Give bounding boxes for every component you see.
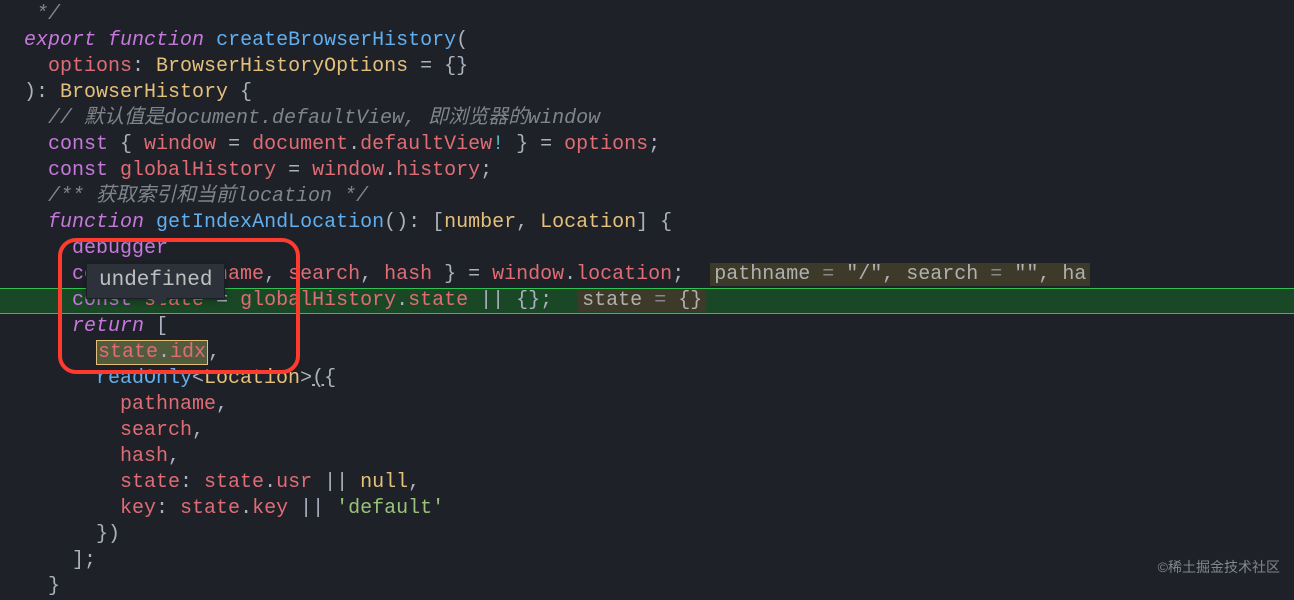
code-line: key: state.key || 'default' <box>0 496 1294 522</box>
code-line: ]; <box>0 548 1294 574</box>
hover-target[interactable]: state.idx <box>96 340 208 365</box>
code-line: const { window = document.defaultView! }… <box>0 132 1294 158</box>
code-line: } <box>0 574 1294 600</box>
code-line: function getIndexAndLocation(): [number,… <box>0 210 1294 236</box>
code-line: search, <box>0 418 1294 444</box>
code-line: */ <box>0 2 1294 28</box>
code-line: options: BrowserHistoryOptions = {} <box>0 54 1294 80</box>
code-line: // 默认值是document.defaultView, 即浏览器的window <box>0 106 1294 132</box>
code-line: state: state.usr || null, <box>0 470 1294 496</box>
hover-tooltip: undefined <box>86 263 225 299</box>
code-line: debugger <box>0 236 1294 262</box>
code-line: state.idx, <box>0 340 1294 366</box>
code-line: export function createBrowserHistory( <box>0 28 1294 54</box>
code-editor[interactable]: */ export function createBrowserHistory(… <box>0 0 1294 600</box>
code-line: ): BrowserHistory { <box>0 80 1294 106</box>
debug-inline-hint: pathname = "/", search = "", ha <box>710 263 1090 286</box>
watermark: ©稀土掘金技术社区 <box>1158 554 1280 580</box>
code-line: }) <box>0 522 1294 548</box>
debug-inline-hint: state = {} <box>578 289 706 312</box>
code-line: /** 获取索引和当前location */ <box>0 184 1294 210</box>
code-line: return [ <box>0 314 1294 340</box>
code-line: const globalHistory = window.history; <box>0 158 1294 184</box>
code-line: hash, <box>0 444 1294 470</box>
code-line: pathname, <box>0 392 1294 418</box>
code-line: readOnly<Location>({ <box>0 366 1294 392</box>
